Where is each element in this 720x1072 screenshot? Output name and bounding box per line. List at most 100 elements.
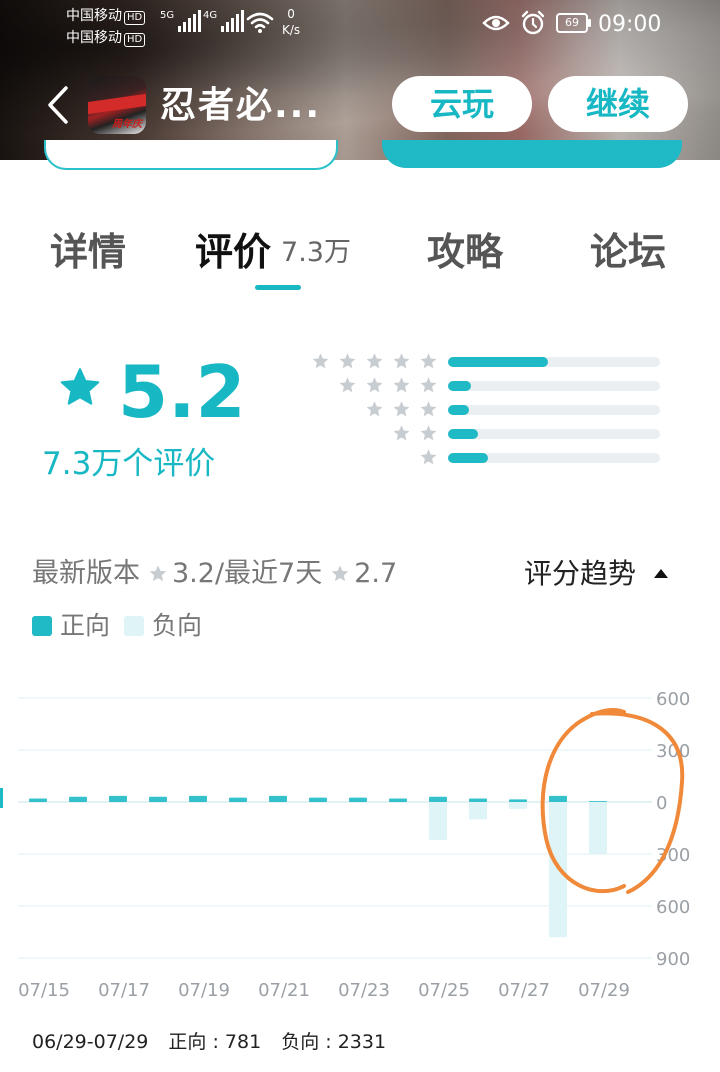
- scrolled-outline-button-edge: [44, 140, 338, 170]
- version-rating-summary: 最新版本 3.2 /最近7天 2.7: [32, 558, 398, 589]
- wifi-icon: [246, 12, 274, 33]
- small-star-icon: [339, 377, 356, 393]
- positive-bar: [29, 798, 47, 802]
- rating-row-1-star: [300, 448, 660, 468]
- rating-row-bar: [448, 357, 660, 367]
- tab-guides[interactable]: 攻略: [427, 226, 503, 278]
- x-tick-label: 07/25: [418, 980, 470, 1000]
- rating-row-bar-fill: [448, 357, 548, 367]
- small-star-icon: [420, 425, 437, 441]
- carrier-info: 中国移动 HD 中国移动 HD: [66, 5, 146, 49]
- rating-row-bar: [448, 381, 660, 391]
- positive-bar: [309, 797, 327, 802]
- negative-bar: [589, 802, 607, 854]
- small-star-icon: [420, 401, 437, 417]
- small-star-icon: [366, 401, 383, 417]
- rating-trend-chart: 600300030060090007/15 07/17 07/19 07/21 07/2…: [0, 689, 690, 1000]
- small-star-icon: [393, 353, 410, 369]
- positive-bar: [509, 799, 527, 802]
- small-star-icon: [420, 449, 437, 465]
- rating-row-bar-fill: [448, 405, 470, 415]
- rating-row-bar: [448, 405, 660, 415]
- small-star-icon: [366, 353, 383, 369]
- y-tick-label: 600: [656, 689, 690, 710]
- status-bar: 中国移动 HD 中国移动 HD 5G 4G 0 K/s 69 09:00: [0, 0, 720, 50]
- rating-row-bar-fill: [448, 453, 489, 463]
- small-star-icon: [393, 401, 410, 417]
- positive-bar: [349, 797, 367, 802]
- rating-row-bar: [448, 429, 660, 439]
- positive-bar: [469, 798, 487, 802]
- rating-row-stars: [365, 400, 438, 419]
- small-star-icon: [331, 565, 349, 582]
- back-arrow-icon[interactable]: [42, 84, 74, 126]
- app-title: 忍者必...: [160, 85, 322, 126]
- small-star-icon: [420, 353, 437, 369]
- rating-row-stars: [419, 448, 438, 467]
- legend-positive: 正向: [32, 608, 110, 644]
- star-icon: [60, 368, 100, 405]
- network-speed: 0 K/s: [282, 7, 301, 37]
- battery-icon: 69: [556, 13, 591, 33]
- active-tab-indicator: [255, 285, 301, 290]
- rating-score: 5.2: [118, 350, 246, 434]
- scrolled-filled-button-edge: [382, 140, 682, 168]
- tab-forum[interactable]: 论坛: [590, 226, 666, 278]
- negative-bar: [429, 802, 447, 841]
- positive-bar: [109, 795, 127, 802]
- app-icon: 周年庆: [88, 76, 146, 134]
- x-tick-label: 07/21: [258, 980, 310, 1000]
- x-tick-label: 07/27: [498, 980, 550, 1000]
- tab-reviews[interactable]: 评价 7.3万: [195, 226, 351, 279]
- rating-row-4-star: [300, 376, 660, 396]
- legend-negative: 负向: [124, 608, 202, 644]
- small-star-icon: [393, 377, 410, 393]
- small-star-icon: [366, 377, 383, 393]
- positive-bar: [589, 801, 607, 802]
- rating-row-2-star: [300, 424, 660, 444]
- chart-edge-marker: [0, 788, 3, 808]
- positive-bar: [549, 795, 567, 802]
- rating-row-bar: [448, 453, 660, 463]
- rating-count: 7.3万个评价: [42, 446, 216, 482]
- y-tick-label: 600: [656, 897, 690, 918]
- x-tick-label: 07/17: [98, 980, 150, 1000]
- small-star-icon: [420, 377, 437, 393]
- rating-row-stars: [338, 376, 438, 395]
- rating-row-bar-fill: [448, 381, 472, 391]
- signal-4g-icon: 4G: [203, 10, 245, 32]
- positive-bar: [229, 797, 247, 802]
- positive-bar: [269, 795, 287, 802]
- small-star-icon: [393, 425, 410, 441]
- clock: 09:00: [598, 12, 662, 37]
- x-tick-label: 07/15: [18, 980, 70, 1000]
- x-tick-label: 07/29: [578, 980, 630, 1000]
- tab-details[interactable]: 详情: [50, 226, 126, 278]
- status-icons: 69: [482, 10, 591, 36]
- rating-row-bar-fill: [448, 429, 478, 439]
- x-tick-label: 07/19: [178, 980, 230, 1000]
- rating-row-5-star: [300, 352, 660, 372]
- y-tick-label: 900: [656, 949, 690, 970]
- negative-bar: [469, 802, 487, 820]
- small-star-icon: [312, 353, 329, 369]
- rating-row-stars: [392, 424, 438, 443]
- rating-row-stars: [311, 352, 438, 371]
- small-star-icon: [149, 565, 167, 582]
- small-star-icon: [339, 353, 356, 369]
- rating-row-3-star: [300, 400, 660, 420]
- y-tick-label: 0: [656, 793, 667, 814]
- continue-button[interactable]: 继续: [548, 76, 688, 132]
- positive-bar: [429, 796, 447, 802]
- positive-bar: [389, 798, 407, 802]
- positive-bar: [149, 796, 167, 802]
- positive-bar: [189, 795, 207, 802]
- alarm-icon: [521, 10, 545, 35]
- review-count-badge: 7.3万: [281, 237, 351, 268]
- eye-icon: [482, 15, 510, 31]
- signal-5g-icon: 5G: [160, 10, 202, 32]
- negative-bar: [509, 802, 527, 809]
- rating-trend-toggle[interactable]: 评分趋势: [524, 554, 669, 594]
- x-tick-label: 07/23: [338, 980, 390, 1000]
- cloud-play-button[interactable]: 云玩: [392, 76, 532, 132]
